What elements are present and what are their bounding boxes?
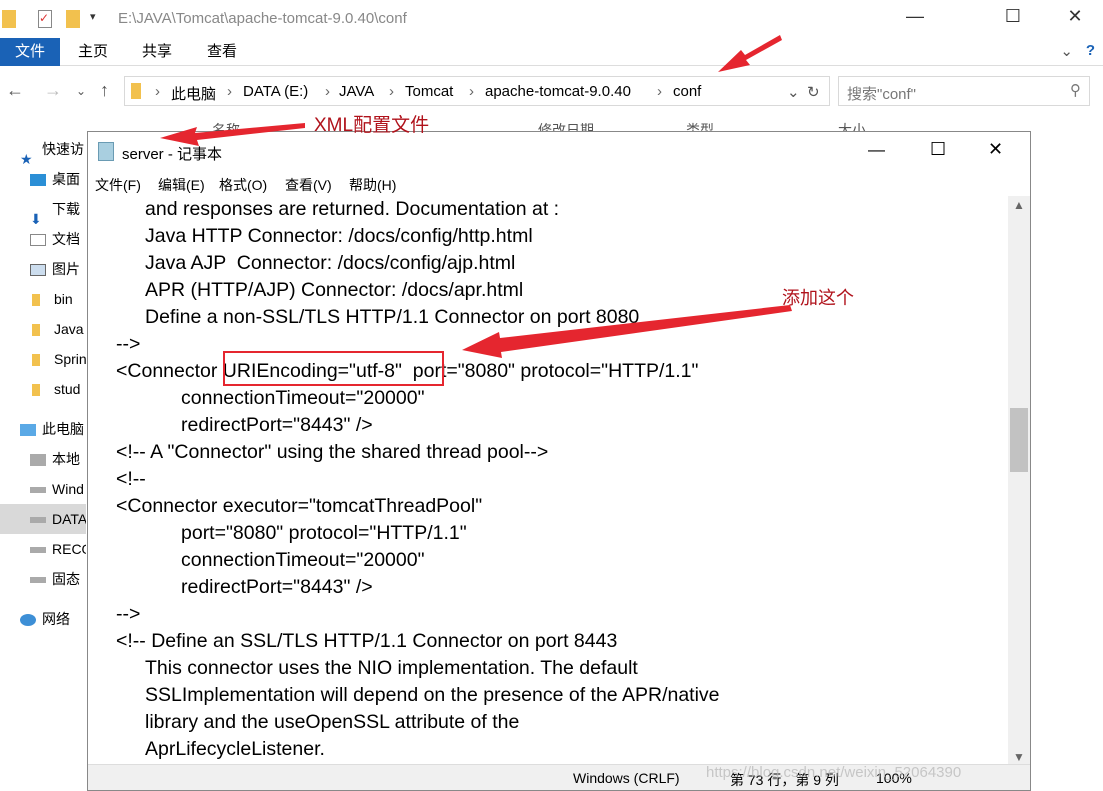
arrow-annotation [462, 305, 792, 358]
annotation-label: XML配置文件 [314, 115, 430, 136]
annotation-layer [160, 35, 792, 386]
arrow-annotation [718, 35, 782, 72]
arrow-annotation [160, 123, 305, 146]
highlight-box [223, 351, 444, 386]
annotation-label: 添加这个 [782, 288, 854, 308]
